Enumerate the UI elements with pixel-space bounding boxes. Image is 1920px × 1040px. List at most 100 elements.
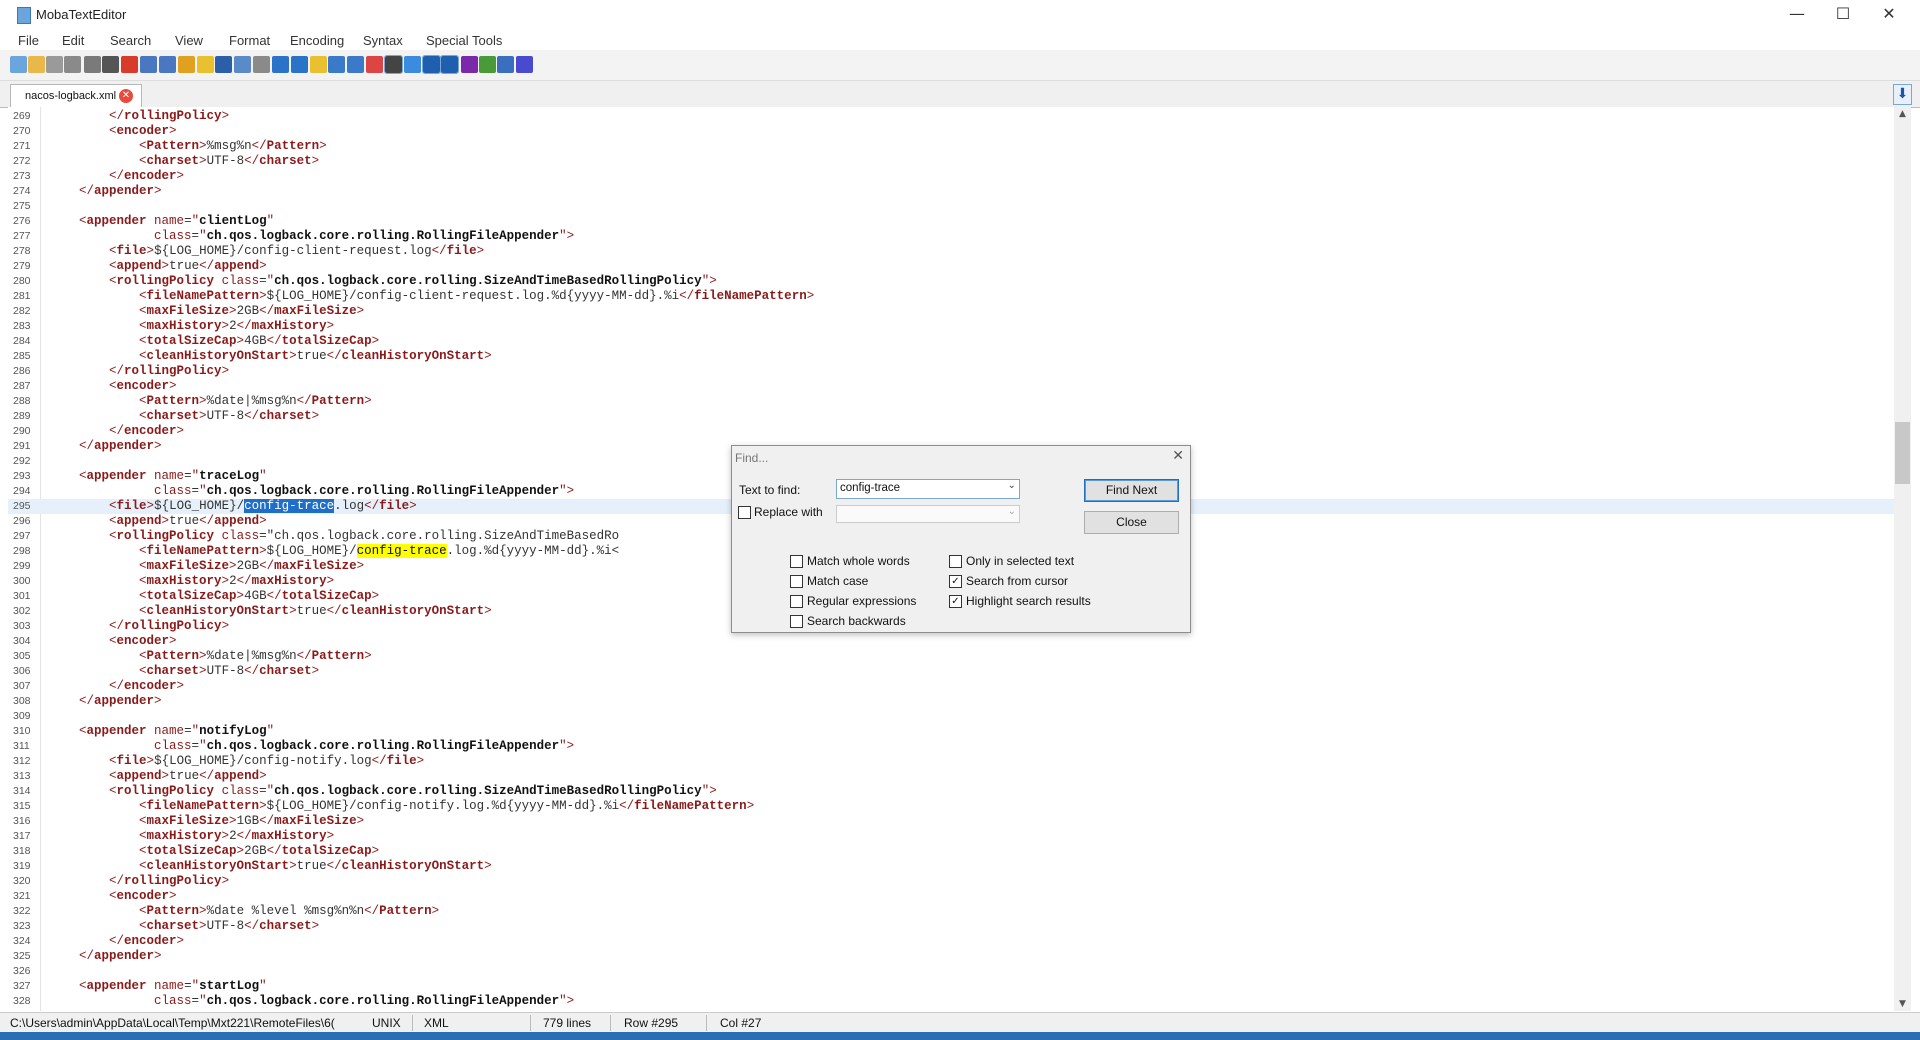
code-line[interactable]: 320 </rollingPolicy> [8,874,1894,889]
highlighter-icon[interactable] [479,56,496,73]
code-line[interactable]: 311 class="ch.qos.logback.core.rolling.R… [8,739,1894,754]
code-line[interactable]: 328 class="ch.qos.logback.core.rolling.R… [8,994,1894,1009]
menu-view[interactable]: View [175,33,203,48]
code-line[interactable]: 318 <totalSizeCap>2GB</totalSizeCap> [8,844,1894,859]
code-line[interactable]: 304 <encoder> [8,634,1894,649]
code-line[interactable]: 317 <maxHistory>2</maxHistory> [8,829,1894,844]
code-line[interactable]: 326 [8,964,1894,979]
code-line[interactable]: 324 </encoder> [8,934,1894,949]
code-line[interactable]: 305 <Pattern>%date|%msg%n</Pattern> [8,649,1894,664]
code-line[interactable]: 276 <appender name="clientLog" [8,214,1894,229]
code-line[interactable]: 275 [8,199,1894,214]
close-tab-icon[interactable]: ✕ [119,89,133,103]
match-case-checkbox[interactable] [790,575,803,588]
menu-encoding[interactable]: Encoding [290,33,344,48]
vertical-scrollbar[interactable]: ▲ ▼ [1894,107,1911,1011]
code-line[interactable]: 278 <file>${LOG_HOME}/config-client-requ… [8,244,1894,259]
code-line[interactable]: 321 <encoder> [8,889,1894,904]
menu-edit[interactable]: Edit [62,33,84,48]
cut-icon[interactable] [215,56,232,73]
linux-icon[interactable] [384,55,403,74]
code-line[interactable]: 280 <rollingPolicy class="ch.qos.logback… [8,274,1894,289]
code-line[interactable]: 287 <encoder> [8,379,1894,394]
highlight-search-results-checkbox[interactable]: ✓ [949,595,962,608]
scroll-down-icon[interactable]: ▼ [1894,997,1911,1011]
search-from-cursor-checkbox[interactable]: ✓ [949,575,962,588]
code-line[interactable]: 316 <maxFileSize>1GB</maxFileSize> [8,814,1894,829]
code-line[interactable]: 313 <append>true</append> [8,769,1894,784]
code-line[interactable]: 319 <cleanHistoryOnStart>true</cleanHist… [8,859,1894,874]
tab-nacos-logback[interactable]: nacos-logback.xml ✕ [10,84,142,108]
code-line[interactable]: 272 <charset>UTF-8</charset> [8,154,1894,169]
scroll-up-icon[interactable]: ▲ [1894,107,1911,121]
code-line[interactable]: 273 </encoder> [8,169,1894,184]
save-icon[interactable] [64,56,81,73]
mark-icon[interactable] [310,56,327,73]
code-line[interactable]: 279 <append>true</append> [8,259,1894,274]
window-icon[interactable] [328,56,345,73]
code-line[interactable]: 277 class="ch.qos.logback.core.rolling.R… [8,229,1894,244]
tab-list-arrow-icon[interactable]: ⬇ [1893,84,1912,105]
save-all-icon[interactable] [84,56,101,73]
paste-icon[interactable] [253,56,270,73]
close-window-button[interactable]: ✕ [1866,0,1912,30]
windows-icon[interactable] [366,56,383,73]
menu-search[interactable]: Search [110,33,151,48]
favorite-icon[interactable] [197,56,214,73]
find-icon[interactable] [272,56,289,73]
text-to-find-input[interactable]: config-trace ⌄ [836,479,1020,499]
print-icon[interactable] [102,56,119,73]
copy-icon[interactable] [234,56,251,73]
code-line[interactable]: 327 <appender name="startLog" [8,979,1894,994]
menu-file[interactable]: File [18,33,39,48]
menu-special-tools[interactable]: Special Tools [426,33,502,48]
code-line[interactable]: 285 <cleanHistoryOnStart>true</cleanHist… [8,349,1894,364]
code-line[interactable]: 283 <maxHistory>2</maxHistory> [8,319,1894,334]
code-line[interactable]: 288 <Pattern>%date|%msg%n</Pattern> [8,394,1894,409]
code-line[interactable]: 322 <Pattern>%date %level %msg%n%n</Patt… [8,904,1894,919]
replace-with-checkbox[interactable] [738,506,751,519]
code-line[interactable]: 308 </appender> [8,694,1894,709]
open-folder-icon[interactable] [28,56,45,73]
code-line[interactable]: 323 <charset>UTF-8</charset> [8,919,1894,934]
code-line[interactable]: 309 [8,709,1894,724]
code-line[interactable]: 290 </encoder> [8,424,1894,439]
unindent-icon[interactable] [159,56,176,73]
undo-icon[interactable] [422,55,441,74]
only-in-selected-text-checkbox[interactable] [949,555,962,568]
reload-icon[interactable] [46,56,63,73]
code-line[interactable]: 274 </appender> [8,184,1894,199]
replace-with-input[interactable]: ⌄ [836,505,1020,523]
close-file-icon[interactable] [121,56,138,73]
close-all-icon[interactable] [516,56,533,73]
maximize-button[interactable]: ☐ [1820,0,1866,30]
code-line[interactable]: 306 <charset>UTF-8</charset> [8,664,1894,679]
code-line[interactable]: 315 <fileNamePattern>${LOG_HOME}/config-… [8,799,1894,814]
new-file-icon[interactable] [10,56,27,73]
code-line[interactable]: 270 <encoder> [8,124,1894,139]
close-button[interactable]: Close [1084,511,1179,534]
menu-syntax[interactable]: Syntax [363,33,403,48]
split-icon[interactable] [347,56,364,73]
code-line[interactable]: 325 </appender> [8,949,1894,964]
pilcrow-icon[interactable] [461,56,478,73]
menu-format[interactable]: Format [229,33,270,48]
code-line[interactable]: 289 <charset>UTF-8</charset> [8,409,1894,424]
regular-expressions-checkbox[interactable] [790,595,803,608]
code-line[interactable]: 314 <rollingPolicy class="ch.qos.logback… [8,784,1894,799]
apple-icon[interactable] [404,56,421,73]
code-line[interactable]: 286 </rollingPolicy> [8,364,1894,379]
code-line[interactable]: 271 <Pattern>%msg%n</Pattern> [8,139,1894,154]
scrollbar-thumb[interactable] [1895,422,1910,484]
settings-icon[interactable] [497,56,514,73]
code-line[interactable]: 310 <appender name="notifyLog" [8,724,1894,739]
code-line[interactable]: 284 <totalSizeCap>4GB</totalSizeCap> [8,334,1894,349]
code-line[interactable]: 269 </rollingPolicy> [8,109,1894,124]
find-dialog-close-icon[interactable]: ✕ [1172,448,1184,464]
code-line[interactable]: 281 <fileNamePattern>${LOG_HOME}/config-… [8,289,1894,304]
code-line[interactable]: 312 <file>${LOG_HOME}/config-notify.log<… [8,754,1894,769]
match-whole-words-checkbox[interactable] [790,555,803,568]
search-backwards-checkbox[interactable] [790,615,803,628]
column-icon[interactable] [440,55,459,74]
code-line[interactable]: 307 </encoder> [8,679,1894,694]
